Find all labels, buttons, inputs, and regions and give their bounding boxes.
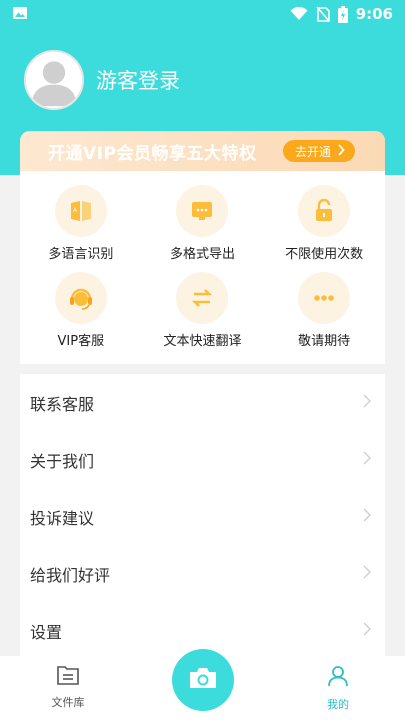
status-time: 9:06 — [355, 5, 393, 23]
profile-header[interactable]: 游客登录 — [24, 50, 180, 110]
feature-fast-translate[interactable]: 文本快速翻译 — [142, 272, 264, 349]
menu-item-feedback[interactable]: 投诉建议 — [20, 488, 385, 545]
feature-unlimited[interactable]: 不限使用次数 — [263, 185, 385, 262]
status-bar: 9:06 — [0, 0, 405, 28]
open-vip-button[interactable]: 去开通 — [282, 140, 355, 162]
file-library-icon — [56, 664, 80, 690]
export-format-icon — [176, 185, 229, 237]
feature-label: 文本快速翻译 — [163, 334, 242, 349]
vip-card: 开通VIP会员畅享五大特权 去开通 A 多语言识别 多格式导出 不限使用次数 V… — [20, 131, 385, 364]
vip-banner[interactable]: 开通VIP会员畅享五大特权 去开通 — [20, 131, 385, 171]
profile-icon — [326, 664, 350, 692]
menu-item-about-us[interactable]: 关于我们 — [20, 431, 385, 488]
wifi-icon — [290, 7, 308, 21]
vip-banner-title: 开通VIP会员畅享五大特权 — [48, 143, 257, 164]
unlock-icon — [298, 185, 351, 237]
menu-item-label: 给我们好评 — [30, 565, 111, 585]
login-text[interactable]: 游客登录 — [96, 65, 180, 95]
feature-label: VIP客服 — [57, 334, 105, 349]
feature-label: 多格式导出 — [169, 247, 235, 262]
chevron-right-icon — [337, 143, 345, 159]
headset-icon — [54, 272, 107, 324]
feature-multiformat[interactable]: 多格式导出 — [142, 185, 264, 262]
chevron-right-icon — [363, 393, 371, 412]
menu-item-label: 关于我们 — [30, 451, 95, 471]
settings-menu: 联系客服 关于我们 投诉建议 给我们好评 设置 — [20, 374, 385, 660]
translate-book-icon: A — [54, 185, 107, 237]
menu-item-contact-service[interactable]: 联系客服 — [20, 374, 385, 431]
nav-item-file-library[interactable]: 文件库 — [38, 664, 98, 710]
vip-features-grid: A 多语言识别 多格式导出 不限使用次数 VIP客服 文本快速翻译 敬请期待 — [20, 171, 385, 349]
camera-icon — [188, 666, 218, 694]
user-avatar-icon[interactable] — [24, 50, 84, 110]
chevron-right-icon — [363, 507, 371, 526]
feature-label: 多语言识别 — [48, 247, 114, 262]
open-vip-label: 去开通 — [294, 144, 331, 159]
image-icon — [12, 5, 28, 24]
more-dots-icon — [298, 272, 351, 324]
menu-item-rate-us[interactable]: 给我们好评 — [20, 545, 385, 602]
menu-item-label: 投诉建议 — [30, 508, 95, 528]
chevron-right-icon — [363, 450, 371, 469]
nav-label: 文件库 — [51, 696, 85, 709]
menu-item-label: 设置 — [30, 622, 63, 642]
swap-arrows-icon — [176, 272, 229, 324]
chevron-right-icon — [363, 621, 371, 640]
feature-coming-soon[interactable]: 敬请期待 — [263, 272, 385, 349]
no-sim-icon — [316, 6, 330, 22]
nav-label: 我的 — [327, 698, 349, 711]
feature-label: 敬请期待 — [298, 334, 351, 349]
nav-item-mine[interactable]: 我的 — [308, 664, 368, 712]
feature-label: 不限使用次数 — [285, 247, 364, 262]
chevron-right-icon — [363, 564, 371, 583]
camera-button[interactable] — [172, 649, 234, 711]
menu-item-label: 联系客服 — [30, 394, 95, 414]
battery-icon — [337, 5, 348, 23]
feature-multilang[interactable]: A 多语言识别 — [20, 185, 142, 262]
feature-vip-service[interactable]: VIP客服 — [20, 272, 142, 349]
